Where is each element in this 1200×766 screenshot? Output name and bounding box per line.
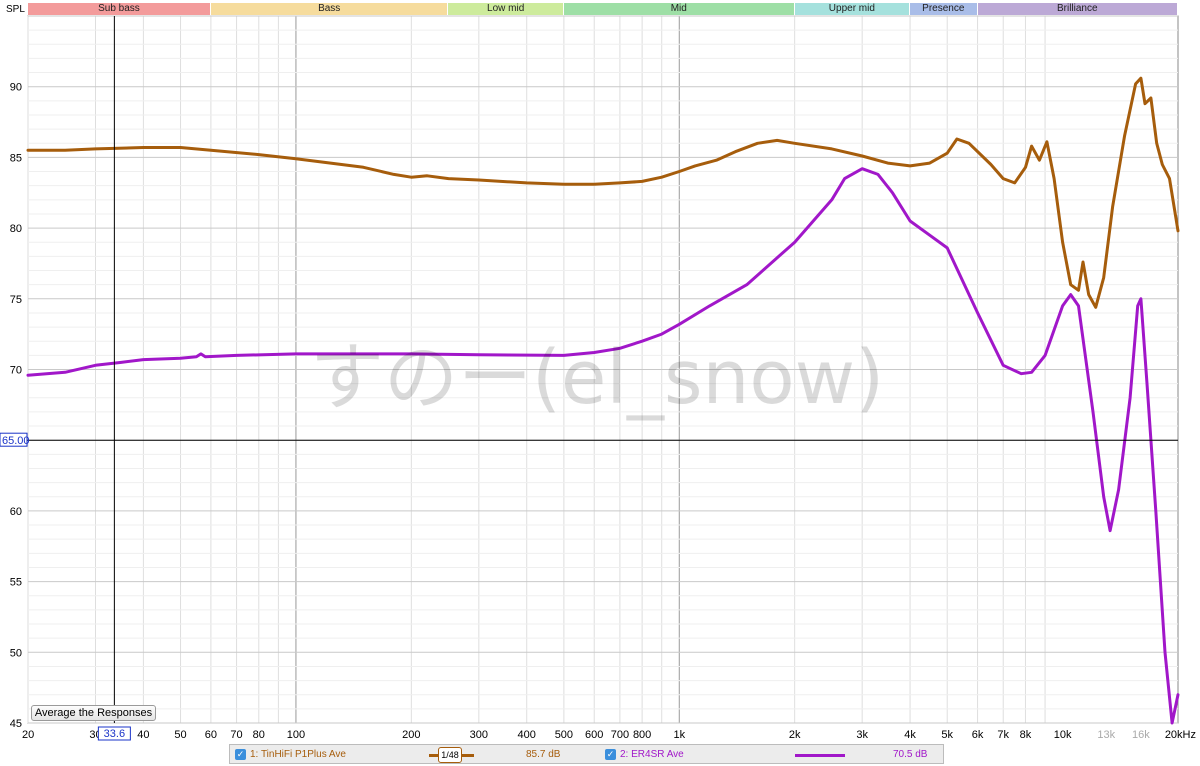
y-tick-label: 75 [10,294,22,306]
x-tick-label: 5k [941,729,953,741]
x-tick-label: 20 [22,729,34,741]
x-tick-label: 4k [904,729,916,741]
x-tick-label: 600 [585,729,603,741]
series2-swatch [795,754,845,757]
x-tick-label: 60 [205,729,217,741]
cursor-x-label: 33.6 [104,728,125,740]
x-tick-label: 800 [633,729,651,741]
x-tick-label: 3k [856,729,868,741]
x-tick-label: 50 [174,729,186,741]
y-tick-label: 45 [10,718,22,730]
average-responses-button[interactable]: Average the Responses [31,705,156,721]
x-tick-label: 500 [555,729,573,741]
x-tick-label: 700 [611,729,629,741]
x-tick-label: 40 [137,729,149,741]
x-tick-label: 300 [470,729,488,741]
legend-bar: ✓ 1: TinHiFi P1Plus Ave 1/48 85.7 dB ✓ 2… [229,744,944,764]
x-tick-label: 16k [1132,729,1150,741]
x-tick-label: 6k [972,729,984,741]
y-tick-label: 50 [10,647,22,659]
x-tick-label: 7k [997,729,1009,741]
frequency-response-chart[interactable]: 45505560707580859020 30 40 50 60 70 80 100 200 30… [0,0,1200,742]
series2-checkbox[interactable]: ✓ [605,749,616,760]
y-tick-label: 85 [10,152,22,164]
x-tick-label: 70 [230,729,242,741]
smoothing-selector[interactable]: 1/48 [438,747,462,763]
y-tick-label: 55 [10,577,22,589]
x-tick-label: 400 [518,729,536,741]
x-tick-label: 13k [1097,729,1115,741]
x-tick-label: 100 [287,729,305,741]
y-tick-label: 90 [10,82,22,94]
x-tick-label: 10k [1054,729,1072,741]
x-tick-label: 20kHz [1165,729,1196,741]
x-tick-label: 80 [253,729,265,741]
x-tick-label: 8k [1020,729,1032,741]
x-tick-label: 1k [673,729,685,741]
cursor-y-label: 65.00 [2,435,30,447]
y-tick-label: 60 [10,506,22,518]
y-tick-label: 80 [10,223,22,235]
x-tick-label: 200 [402,729,420,741]
series1-name: 1: TinHiFi P1Plus Ave [250,749,346,760]
series2-value: 70.5 dB [893,749,928,760]
series1-value: 85.7 dB [526,749,561,760]
x-tick-label: 2k [789,729,801,741]
y-tick-label: 70 [10,365,22,377]
series1-checkbox[interactable]: ✓ [235,749,246,760]
series2-name: 2: ER4SR Ave [620,749,684,760]
